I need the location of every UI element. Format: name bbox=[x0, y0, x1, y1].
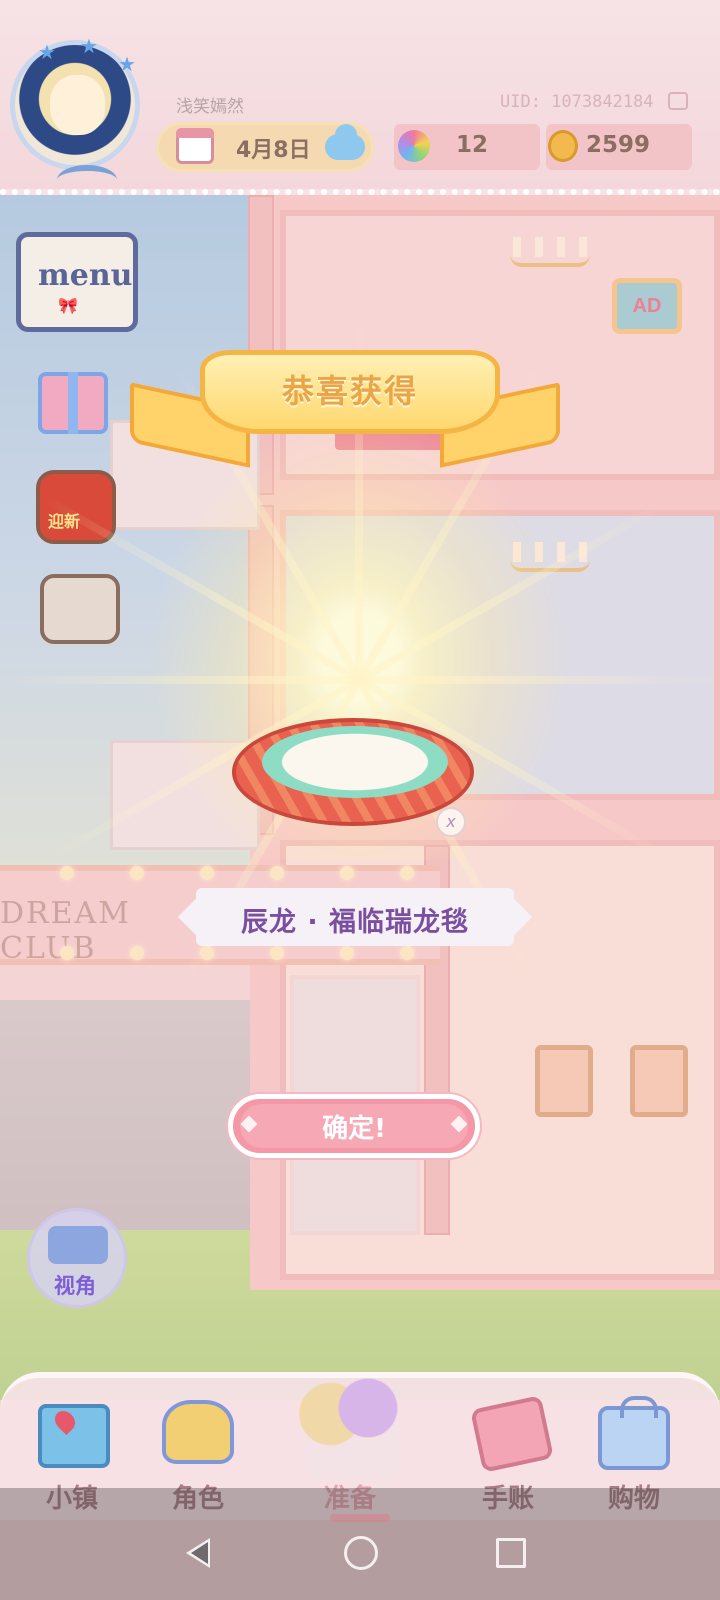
camera-view-label: 视角 bbox=[54, 1274, 96, 1298]
character-icon[interactable] bbox=[162, 1400, 234, 1464]
star-icon: ★ bbox=[80, 34, 98, 58]
map-icon[interactable] bbox=[38, 1404, 110, 1468]
recent-apps-icon[interactable] bbox=[496, 1538, 526, 1568]
copy-icon[interactable] bbox=[668, 92, 688, 110]
rainbow-flower-icon bbox=[398, 130, 430, 162]
player-name: 浅笑嫣然 bbox=[176, 97, 244, 117]
gesture-pill bbox=[330, 1514, 390, 1522]
newspaper-button[interactable] bbox=[40, 574, 120, 644]
gift-button[interactable] bbox=[38, 372, 108, 434]
menu-label: menu bbox=[38, 258, 133, 293]
coin-icon bbox=[548, 130, 578, 162]
game-date: 4月8日 bbox=[236, 138, 311, 163]
star-icon: ★ bbox=[38, 40, 56, 64]
cloud-weather-icon bbox=[325, 124, 365, 160]
reward-title: 恭喜获得 bbox=[281, 372, 418, 410]
back-icon[interactable] bbox=[186, 1538, 210, 1568]
coin-count: 2599 bbox=[586, 132, 651, 158]
basket-icon[interactable] bbox=[278, 1360, 428, 1480]
home-icon[interactable] bbox=[344, 1536, 378, 1570]
item-name: 辰龙 · 福临瑞龙毯 bbox=[240, 907, 470, 938]
bow-icon: 🎀 bbox=[58, 296, 78, 315]
dragon-rug-center bbox=[262, 726, 448, 798]
star-icon: ★ bbox=[118, 52, 136, 76]
close-icon[interactable]: x bbox=[436, 807, 466, 837]
video-camera-icon bbox=[48, 1226, 108, 1264]
calendar-icon bbox=[176, 128, 214, 164]
confirm-label[interactable]: 确定! bbox=[228, 1108, 480, 1145]
shopping-bag-icon[interactable] bbox=[598, 1396, 670, 1470]
gem-count: 12 bbox=[456, 132, 489, 158]
player-uid: UID: 1073842184 bbox=[500, 92, 654, 112]
